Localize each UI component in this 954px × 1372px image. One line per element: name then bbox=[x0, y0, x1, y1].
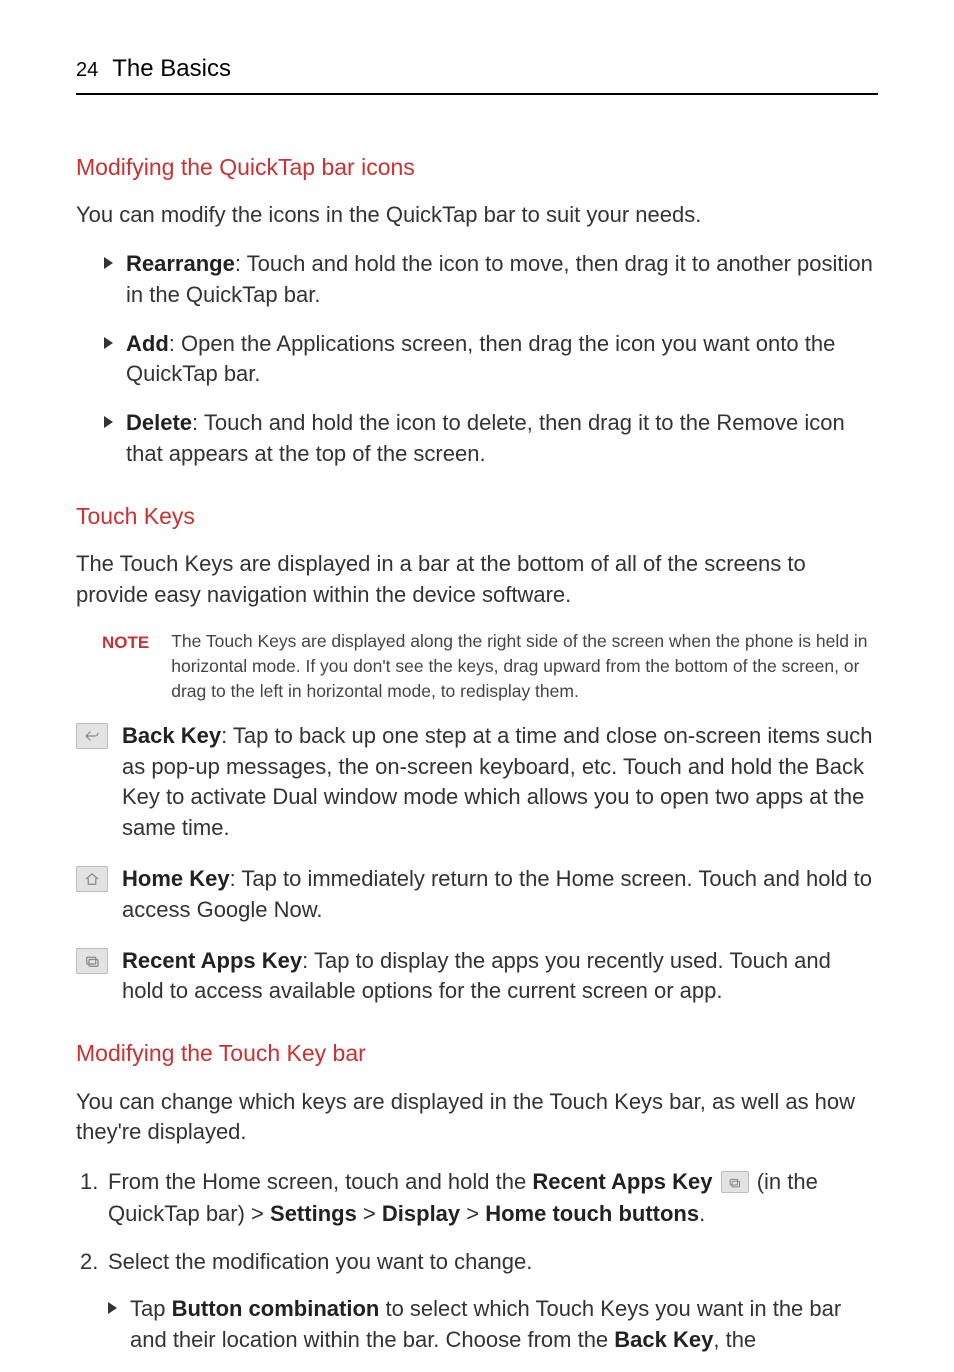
sub-button-combo: Tap Button combination to select which T… bbox=[108, 1294, 878, 1356]
sub-button-combo-label: Button combination bbox=[172, 1296, 380, 1321]
recent-apps-key-icon bbox=[76, 948, 108, 974]
section-title: The Basics bbox=[112, 52, 231, 87]
home-key-text: Home Key: Tap to immediately return to t… bbox=[122, 864, 878, 926]
step1-pre: From the Home screen, touch and hold the bbox=[108, 1169, 532, 1194]
step1-recent-label: Recent Apps Key bbox=[532, 1169, 712, 1194]
label-add: Add bbox=[126, 331, 169, 356]
intro-touchkeys: The Touch Keys are displayed in a bar at… bbox=[76, 549, 878, 611]
intro-modify-touchkey: You can change which keys are displayed … bbox=[76, 1087, 878, 1149]
label-rearrange: Rearrange bbox=[126, 251, 235, 276]
heading-quicktap: Modifying the QuickTap bar icons bbox=[76, 151, 878, 184]
sub-pre: Tap bbox=[130, 1296, 172, 1321]
page-header: 24 The Basics bbox=[76, 52, 878, 95]
sub-end: , the bbox=[713, 1327, 756, 1352]
quicktap-list: Rearrange: Touch and hold the icon to mo… bbox=[76, 249, 878, 470]
heading-touchkeys: Touch Keys bbox=[76, 500, 878, 533]
step2-text: Select the modification you want to chan… bbox=[108, 1249, 532, 1274]
note-block: NOTE The Touch Keys are displayed along … bbox=[102, 629, 878, 705]
text-rearrange: : Touch and hold the icon to move, then … bbox=[126, 251, 873, 307]
home-key-icon bbox=[76, 866, 108, 892]
row-back-key: Back Key: Tap to back up one step at a t… bbox=[76, 721, 878, 844]
note-text: The Touch Keys are displayed along the r… bbox=[171, 629, 878, 705]
step1-display: Display bbox=[382, 1201, 460, 1226]
home-key-desc: : Tap to immediately return to the Home … bbox=[122, 866, 872, 922]
step1-end: . bbox=[699, 1201, 705, 1226]
item-add: Add: Open the Applications screen, then … bbox=[104, 329, 878, 391]
page-number: 24 bbox=[76, 56, 98, 85]
back-key-desc: : Tap to back up one step at a time and … bbox=[122, 723, 872, 840]
back-key-text: Back Key: Tap to back up one step at a t… bbox=[122, 721, 878, 844]
home-key-label: Home Key bbox=[122, 866, 230, 891]
back-key-label: Back Key bbox=[122, 723, 221, 748]
step1-home-touch: Home touch buttons bbox=[485, 1201, 699, 1226]
note-label: NOTE bbox=[102, 629, 149, 705]
sub-back-key-label: Back Key bbox=[614, 1327, 713, 1352]
recent-key-text: Recent Apps Key: Tap to display the apps… bbox=[122, 946, 878, 1008]
text-add: : Open the Applications screen, then dra… bbox=[126, 331, 835, 387]
heading-modify-touchkey: Modifying the Touch Key bar bbox=[76, 1037, 878, 1070]
step1-gt1: > bbox=[357, 1201, 382, 1226]
row-recent-key: Recent Apps Key: Tap to display the apps… bbox=[76, 946, 878, 1008]
row-home-key: Home Key: Tap to immediately return to t… bbox=[76, 864, 878, 926]
modify-steps: From the Home screen, touch and hold the… bbox=[76, 1166, 878, 1355]
step1-gt2: > bbox=[460, 1201, 485, 1226]
back-key-icon bbox=[76, 723, 108, 749]
text-delete: : Touch and hold the icon to delete, the… bbox=[126, 410, 845, 466]
label-delete: Delete bbox=[126, 410, 192, 435]
item-delete: Delete: Touch and hold the icon to delet… bbox=[104, 408, 878, 470]
recent-apps-key-inline-icon bbox=[721, 1171, 749, 1193]
step2-sublist: Tap Button combination to select which T… bbox=[108, 1294, 878, 1356]
intro-quicktap: You can modify the icons in the QuickTap… bbox=[76, 200, 878, 231]
item-rearrange: Rearrange: Touch and hold the icon to mo… bbox=[104, 249, 878, 311]
step1-settings: Settings bbox=[270, 1201, 357, 1226]
recent-key-label: Recent Apps Key bbox=[122, 948, 302, 973]
step-1: From the Home screen, touch and hold the… bbox=[80, 1166, 878, 1230]
step-2: Select the modification you want to chan… bbox=[80, 1246, 878, 1355]
